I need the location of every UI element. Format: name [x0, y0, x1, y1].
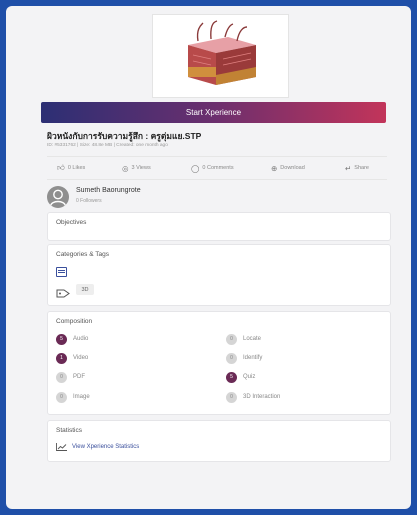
categories-card: Categories & Tags 3D	[47, 244, 391, 306]
composition-audio: 5 Audio	[56, 332, 88, 346]
tag-icon	[56, 285, 70, 298]
image-count: 0	[56, 391, 67, 403]
locate-label: Locate	[243, 336, 262, 342]
like-icon: 👍︎	[57, 163, 65, 172]
author-followers: 0 Followers	[76, 198, 102, 204]
action-bar: 👍︎ 0 Likes ◎ 3 Views ◯ 0 Comments ⊕ Down…	[47, 156, 387, 180]
share-label: Share	[354, 165, 369, 171]
like-button[interactable]: 👍︎ 0 Likes	[57, 157, 85, 179]
3d-interaction-label: 3D Interaction	[243, 394, 281, 400]
chart-line-icon	[56, 443, 67, 451]
composition-pdf: 0 PDF	[56, 370, 85, 384]
download-button[interactable]: ⊕ Download	[271, 157, 305, 179]
start-xperience-button[interactable]: Start Xperience	[41, 102, 386, 123]
composition-video: 1 Video	[56, 351, 88, 365]
composition-title: Composition	[56, 318, 93, 325]
tag-chip[interactable]: 3D	[76, 284, 94, 295]
categories-title: Categories & Tags	[56, 251, 109, 258]
composition-quiz: 5 Quiz	[226, 370, 255, 384]
locate-count: 0	[226, 333, 237, 345]
image-label: Image	[73, 394, 90, 400]
download-icon: ⊕	[271, 163, 278, 173]
comments-icon: ◯	[191, 163, 200, 173]
composition-card: Composition 5 Audio 0 Locate 1 Video 0 I…	[47, 311, 391, 415]
composition-locate: 0 Locate	[226, 332, 261, 346]
identify-count: 0	[226, 352, 237, 364]
comments-label: 0 Comments	[202, 165, 234, 171]
quiz-count: 5	[226, 371, 237, 383]
composition-3d-interaction: 0 3D Interaction	[226, 390, 280, 404]
pdf-count: 0	[56, 371, 67, 383]
skin-model-image	[188, 20, 256, 85]
3d-interaction-count: 0	[226, 391, 237, 403]
quiz-label: Quiz	[243, 374, 256, 380]
view-statistics-link[interactable]: View Xperience Statistics	[56, 443, 139, 451]
pdf-label: PDF	[73, 374, 85, 380]
xperience-page: Start Xperience ผิวหนังกับการรับความรู้ส…	[6, 6, 411, 509]
like-label: 0 Likes	[67, 165, 86, 171]
item-meta: ID: #5331762 | Size: 48.8e MB | Created:…	[47, 143, 168, 148]
share-button[interactable]: ↵ Share	[345, 157, 369, 179]
model-thumbnail[interactable]	[152, 14, 289, 98]
statistics-title: Statistics	[56, 427, 83, 434]
objectives-card: Objectives	[47, 212, 391, 241]
video-count: 1	[56, 352, 67, 364]
download-label: Download	[280, 165, 305, 171]
views-counter: ◎ 3 Views	[122, 157, 151, 179]
page-title: ผิวหนังกับการรับความรู้สึก : ครูตุ่มแย.S…	[47, 131, 202, 141]
composition-identify: 0 Identify	[226, 351, 262, 365]
video-label: Video	[73, 355, 89, 361]
comments-button[interactable]: ◯ 0 Comments	[191, 157, 234, 179]
author-name[interactable]: Sumeth Baorungrote	[76, 187, 141, 194]
views-icon: ◎	[122, 163, 129, 173]
share-icon: ↵	[345, 163, 352, 173]
views-label: 3 Views	[131, 165, 151, 171]
category-icon[interactable]	[56, 267, 67, 277]
view-statistics-label[interactable]: View Xperience Statistics	[72, 444, 139, 450]
audio-label: Audio	[73, 336, 89, 342]
audio-count: 5	[56, 333, 67, 345]
identify-label: Identify	[243, 355, 263, 361]
composition-image: 0 Image	[56, 390, 90, 404]
statistics-card: Statistics View Xperience Statistics	[47, 420, 391, 462]
author-block[interactable]: Sumeth Baorungrote 0 Followers	[47, 184, 387, 212]
objectives-title: Objectives	[56, 219, 87, 226]
avatar	[47, 186, 69, 208]
